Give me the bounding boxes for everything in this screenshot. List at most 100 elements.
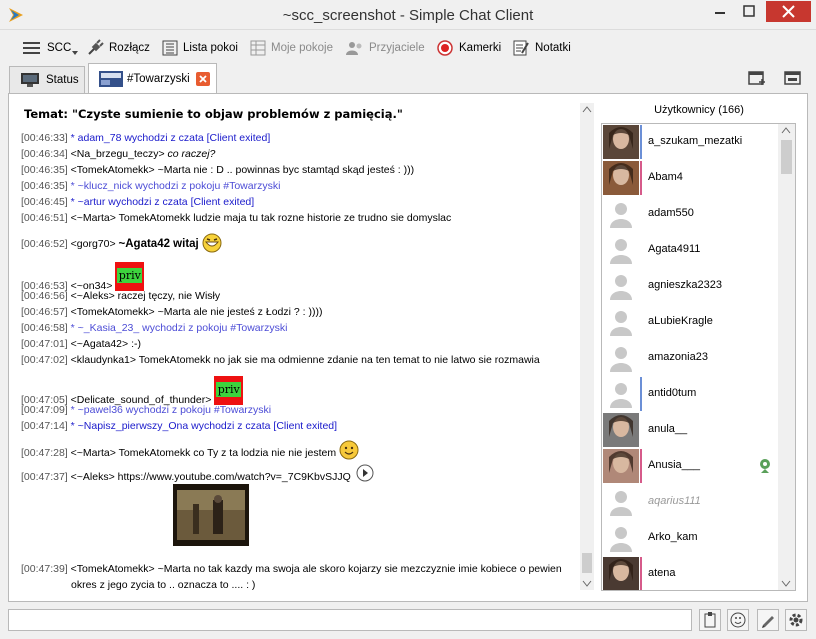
user-avatar — [603, 449, 639, 483]
play-icon[interactable] — [356, 464, 374, 482]
user-avatar — [603, 557, 639, 590]
message-row: [00:47:28] <~Marta> TomekAtomekk co Ty z… — [21, 440, 359, 460]
disconnect-button[interactable]: Rozłącz — [86, 37, 150, 59]
timestamp: [00:46:34] — [21, 148, 68, 160]
clipboard-icon — [704, 612, 716, 628]
cams-button[interactable]: Kamerki — [436, 37, 501, 59]
cams-label: Kamerki — [459, 42, 502, 54]
message-text: <TomekAtomekk> ~Marta ale nie jesteś z Ł… — [70, 306, 323, 318]
notepad-icon — [513, 40, 529, 56]
user-avatar — [603, 413, 639, 447]
window-title: ~scc_screenshot - Simple Chat Client — [282, 7, 534, 24]
link-text[interactable]: <~Aleks> https://www.youtube.com/watch?v… — [71, 471, 351, 483]
room-topic: Temat: "Czyste sumienie to objaw problem… — [24, 107, 403, 121]
smiley-icon — [730, 612, 746, 628]
disconnect-label: Rozłącz — [109, 42, 150, 54]
paste-button[interactable] — [699, 609, 721, 631]
format-button[interactable] — [757, 609, 779, 631]
chat-scrollbar[interactable] — [580, 103, 594, 590]
user-list-item[interactable]: atena — [602, 556, 777, 590]
message-row: [00:46:51] <~Marta> TomekAtomekk ludzie … — [21, 212, 451, 224]
close-tab-icon[interactable] — [195, 72, 210, 86]
new-window-icon[interactable] — [748, 70, 766, 86]
message-row: [00:47:14] * ~Napisz_pierwszy_Ona wychod… — [21, 420, 337, 432]
tab-room[interactable]: #Towarzyski — [88, 63, 217, 94]
user-list-item[interactable]: agnieszka2323 — [602, 268, 777, 304]
chat-panel: Temat: "Czyste sumienie to objaw problem… — [8, 93, 808, 602]
settings-button[interactable] — [785, 609, 807, 631]
hamburger-icon — [23, 42, 40, 54]
user-list-item[interactable]: Abam4 — [602, 160, 777, 196]
message-text: <klaudynka1> TomekAtomekk no jak sie ma … — [70, 354, 540, 366]
user-list-item[interactable]: adam550 — [602, 196, 777, 232]
priv-badge-label: priv — [216, 382, 242, 397]
message-row: [00:46:53] <~on34> priv — [21, 254, 145, 292]
input-bar — [0, 605, 816, 639]
user-list: a_szukam_mezatki Abam4 adam550 Agata4911 agn… — [601, 123, 796, 591]
default-avatar-icon — [610, 527, 632, 552]
user-list-item[interactable]: amazonia23 — [602, 340, 777, 376]
user-list-item[interactable]: Arko_kam — [602, 520, 777, 556]
emoticon-button[interactable] — [727, 609, 749, 631]
user-list-item[interactable]: aLubieKragle — [602, 304, 777, 340]
user-name: Arko_kam — [648, 531, 698, 543]
timestamp: [00:47:37] — [21, 471, 68, 483]
tab-status[interactable]: Status — [9, 66, 85, 93]
tab-bar: Status #Towarzyski — [0, 63, 816, 94]
close-window-button[interactable] — [766, 1, 811, 22]
message-row: [00:47:09] * ~pawel36 wychodzi z pokoju … — [21, 404, 271, 416]
user-name: Agata4911 — [648, 243, 701, 255]
message-text: * ~Napisz_pierwszy_Ona wychodzi z czata … — [70, 420, 338, 432]
timestamp: [00:46:52] — [21, 238, 68, 250]
user-list-item[interactable]: aqarius111 — [602, 484, 777, 520]
title-bar: ~scc_screenshot - Simple Chat Client — [0, 0, 816, 30]
user-name: anula__ — [648, 423, 688, 435]
notes-label: Notatki — [535, 42, 571, 54]
my-rooms-label: Moje pokoje — [271, 42, 334, 54]
toolbar: SCC Rozłącz Lista pokoi Moje pokoje Przy… — [0, 32, 816, 62]
notes-button[interactable]: Notatki — [512, 37, 571, 59]
user-name: antid0tum — [648, 387, 697, 399]
user-avatar — [603, 161, 639, 195]
default-avatar-icon — [610, 311, 632, 336]
message-row: [00:46:57] <TomekAtomekk> ~Marta ale nie… — [21, 306, 322, 318]
room-thumbnail-icon — [99, 71, 123, 87]
user-list-item[interactable]: antid0tum — [602, 376, 777, 412]
room-list-label: Lista pokoi — [183, 42, 238, 54]
message-text: <TomekAtomekk> ~Marta nie : D .. powinna… — [70, 164, 415, 176]
message-row: [00:46:35] <TomekAtomekk> ~Marta nie : D… — [21, 164, 414, 176]
friends-label: Przyjaciele — [369, 42, 425, 54]
my-rooms-button[interactable]: Moje pokoje — [250, 37, 333, 59]
scc-menu-button[interactable]: SCC — [22, 37, 79, 59]
laughing-emoticon-icon — [202, 233, 222, 253]
detach-window-icon[interactable] — [784, 70, 802, 86]
timestamp: [00:47:39] — [21, 563, 68, 575]
timestamp: [00:46:45] — [21, 196, 68, 208]
user-list-item[interactable]: Agata4911 — [602, 232, 777, 268]
message-row: [00:47:37] <~Aleks> https://www.youtube.… — [21, 464, 374, 483]
users-title: Użytkownicy (166) — [654, 104, 744, 116]
default-avatar-icon — [610, 239, 632, 264]
message-row: [00:46:52] <gorg70> ~Agata42 witaj — [21, 233, 222, 253]
message-row: [00:47:39] <TomekAtomekk> ~Marta no tak … — [21, 563, 562, 575]
record-icon — [437, 40, 453, 56]
message-row: [00:47:02] <klaudynka1> TomekAtomekk no … — [21, 354, 540, 366]
user-list-scrollbar[interactable] — [778, 124, 795, 590]
maximize-button[interactable] — [735, 1, 763, 22]
message-author: <Na_brzegu_teczy> — [70, 148, 168, 160]
default-avatar-icon — [610, 347, 632, 372]
user-name: aLubieKragle — [648, 315, 713, 327]
message-input[interactable] — [8, 609, 692, 631]
user-list-item[interactable]: anula__ — [602, 412, 777, 448]
timestamp: [00:47:09] — [21, 404, 68, 416]
room-list-button[interactable]: Lista pokoi — [162, 37, 238, 59]
timestamp: [00:47:28] — [21, 447, 68, 459]
user-list-item[interactable]: Anusia___ — [602, 448, 777, 484]
friends-button[interactable]: Przyjaciele — [346, 37, 425, 59]
video-thumbnail[interactable] — [173, 484, 249, 546]
user-list-item[interactable]: a_szukam_mezatki — [602, 124, 777, 160]
plug-icon — [88, 39, 104, 55]
message-text: * ~pawel36 wychodzi z pokoju #Towarzyski — [70, 404, 272, 416]
timestamp: [00:46:56] — [21, 290, 68, 302]
minimize-button[interactable] — [706, 1, 734, 22]
